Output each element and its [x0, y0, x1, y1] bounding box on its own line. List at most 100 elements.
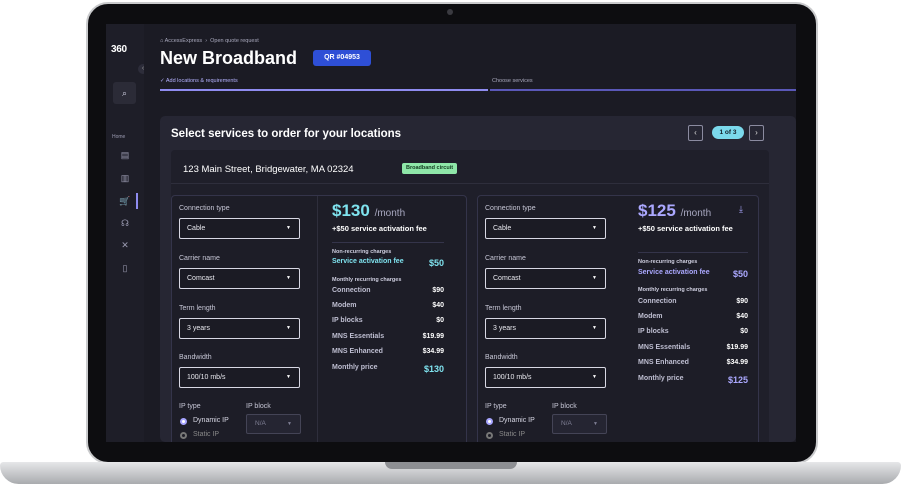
activation-fee: +$50 service activation fee — [638, 224, 733, 233]
home-icon[interactable]: ⌂ — [160, 38, 163, 44]
charge-row: IP blocks $0 — [638, 328, 748, 338]
breadcrumb-root[interactable]: AccessExpress — [165, 38, 203, 44]
per-month-label: /month — [374, 208, 406, 219]
connection-type-select[interactable]: Cable ▼ — [179, 218, 300, 239]
charge-value: $50 — [732, 269, 748, 279]
charge-label: Modem — [332, 302, 357, 309]
dynamic-ip-label: Dynamic IP — [193, 417, 229, 424]
sidebar-home-label[interactable]: Home — [112, 134, 125, 140]
carrier-name-label: Carrier name — [485, 255, 526, 262]
chevron-down-icon: ▼ — [592, 275, 597, 281]
term-length-label: Term length — [485, 305, 522, 312]
step-progress-current — [490, 89, 796, 91]
chevron-down-icon: ▼ — [286, 325, 291, 331]
step-choose-services[interactable]: Choose services — [492, 78, 533, 84]
charge-row: MNS Enhanced $34.99 — [332, 348, 444, 358]
dynamic-ip-label: Dynamic IP — [499, 417, 535, 424]
monthly-price: $130 /month — [332, 201, 405, 221]
static-ip-radio[interactable] — [486, 432, 493, 439]
prev-location-button[interactable]: ‹ — [688, 125, 703, 141]
charge-value: $19.99 — [726, 344, 748, 351]
charge-label: IP blocks — [638, 328, 669, 335]
main-content: ⌂ AccessExpress › Open quote request New… — [144, 24, 796, 442]
charge-label: MNS Enhanced — [638, 359, 689, 366]
charge-label: MNS Essentials — [332, 333, 385, 340]
bandwidth-label: Bandwidth — [179, 354, 212, 361]
connection-type-select[interactable]: Cable ▼ — [485, 218, 606, 239]
charge-value: $34.99 — [422, 348, 444, 355]
select-value: Comcast — [187, 275, 215, 282]
archive-icon[interactable]: ▤ — [114, 147, 136, 163]
charge-value: $90 — [432, 287, 444, 294]
charge-value: $34.99 — [726, 359, 748, 366]
circuit-type-badge: Broadband circuit — [402, 163, 458, 174]
breadcrumb-sep: › — [205, 38, 208, 44]
dynamic-ip-radio[interactable] — [180, 418, 187, 425]
charge-label: MNS Essentials — [638, 344, 691, 351]
search-icon[interactable]: ⌕ — [113, 82, 136, 104]
panel-title: Select services to order for your locati… — [171, 128, 402, 140]
charge-row: MNS Essentials $19.99 — [332, 333, 444, 343]
app-logo[interactable]: 360 — [111, 44, 127, 55]
monthly-recurring-label: Monthly recurring charges — [638, 287, 708, 293]
divider — [171, 183, 769, 184]
carrier-select[interactable]: Comcast ▼ — [485, 268, 606, 289]
charge-label: Service activation fee — [638, 269, 710, 276]
next-location-button[interactable]: › — [749, 125, 764, 141]
non-recurring-label: Non-recurring charges — [332, 249, 392, 255]
ip-block-select[interactable]: N/A ▼ — [552, 414, 607, 434]
charge-value: $40 — [736, 313, 748, 320]
charge-label: IP blocks — [332, 317, 363, 324]
select-value: 3 years — [187, 325, 210, 332]
charge-value: $40 — [432, 302, 444, 309]
divider — [638, 252, 748, 253]
select-value: N/A — [255, 420, 266, 427]
select-value: 100/10 mb/s — [493, 374, 532, 381]
chevron-down-icon: ▼ — [592, 325, 597, 331]
carrier-name-label: Carrier name — [179, 255, 220, 262]
tools-icon[interactable]: ✕ — [114, 237, 136, 253]
static-ip-radio[interactable] — [180, 432, 187, 439]
charge-row: IP blocks $0 — [332, 317, 444, 327]
step-progress-complete — [160, 89, 488, 91]
term-length-select[interactable]: 3 years ▼ — [179, 318, 300, 339]
charge-label: Monthly price — [332, 364, 378, 371]
app-screen: 360 ‹ ⌕ Home ▤ ▥ 🛒 ☊ ✕ ▯ ⌂ AccessExpress… — [106, 24, 796, 442]
select-value: Comcast — [493, 275, 521, 282]
dynamic-ip-radio[interactable] — [486, 418, 493, 425]
monthly-recurring-label: Monthly recurring charges — [332, 277, 402, 283]
ip-type-label: IP type — [485, 403, 507, 410]
charge-label: Connection — [638, 298, 677, 305]
voice-icon[interactable]: ☊ — [114, 215, 136, 231]
connection-type-label: Connection type — [179, 205, 230, 212]
bandwidth-select[interactable]: 100/10 mb/s ▼ — [179, 367, 300, 388]
select-value: 100/10 mb/s — [187, 374, 226, 381]
cart-icon[interactable]: 🛒 — [114, 193, 138, 209]
price-value: $125 — [638, 201, 676, 220]
monthly-price: $125 /month — [638, 201, 711, 221]
charge-value: $19.99 — [422, 333, 444, 340]
term-length-select[interactable]: 3 years ▼ — [485, 318, 606, 339]
step-add-locations[interactable]: ✓ Add locations & requirements — [160, 78, 238, 84]
bandwidth-select[interactable]: 100/10 mb/s ▼ — [485, 367, 606, 388]
building-icon[interactable]: ▥ — [114, 170, 136, 186]
sidebar: 360 ‹ ⌕ Home ▤ ▥ 🛒 ☊ ✕ ▯ — [106, 24, 148, 442]
mobile-icon[interactable]: ▯ — [114, 260, 136, 276]
offer-card[interactable]: Connection type Cable ▼ Carrier name Comc… — [477, 195, 759, 442]
charge-value: $125 — [727, 375, 748, 385]
charge-label: Connection — [332, 287, 371, 294]
carrier-select[interactable]: Comcast ▼ — [179, 268, 300, 289]
price-value: $130 — [332, 201, 370, 220]
card-divider — [317, 196, 318, 442]
select-value: N/A — [561, 420, 572, 427]
charge-value: $90 — [736, 298, 748, 305]
download-icon[interactable]: ⤓ — [739, 204, 743, 215]
ip-block-select[interactable]: N/A ▼ — [246, 414, 301, 434]
charge-row: MNS Enhanced $34.99 — [638, 359, 748, 369]
offer-card[interactable]: Connection type Cable ▼ Carrier name Comc… — [171, 195, 467, 442]
charge-row: Service activation fee $50 — [638, 269, 748, 281]
charge-label: Service activation fee — [332, 258, 404, 265]
charge-row: Modem $40 — [332, 302, 444, 312]
chevron-down-icon: ▼ — [287, 421, 292, 427]
charge-value: $50 — [428, 258, 444, 268]
